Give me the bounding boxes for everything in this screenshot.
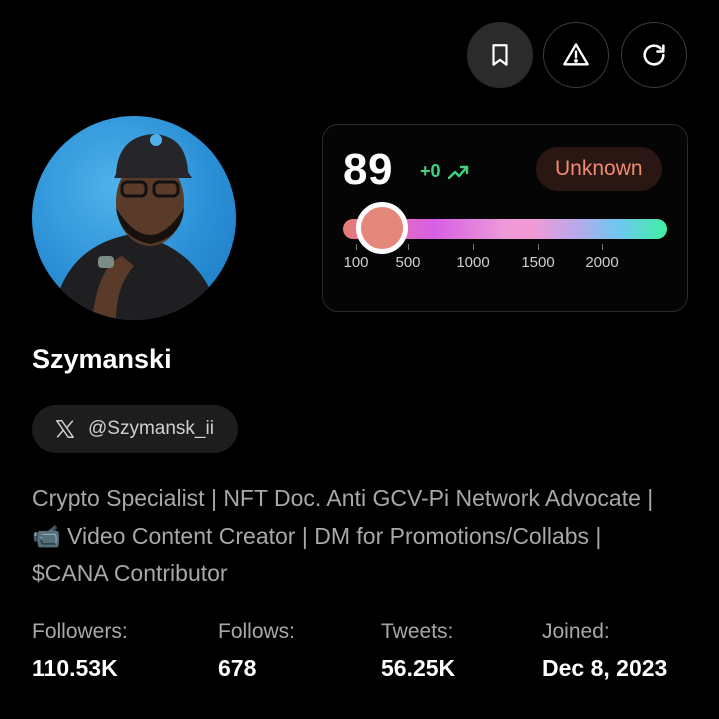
x-logo-icon [56,420,74,438]
stat-value: 56.25K [381,655,456,681]
score-knob [356,202,408,254]
stat-label: Follows: [218,620,296,643]
stat-value: 678 [218,655,257,681]
stat-joined: Joined: Dec 8, 2023 [542,620,667,682]
stat-label: Followers: [32,620,128,643]
score-value: 89 [343,145,393,194]
profile-name: Szymanski [32,344,172,374]
scale-tick-label: 100 [343,254,369,271]
stat-label: Tweets: [381,620,454,643]
stat-tweets: Tweets: 56.25K [381,620,455,682]
refresh-button[interactable] [621,22,687,88]
scale-tick-label: 1000 [456,254,490,271]
scale-tick-label: 500 [395,254,421,271]
bio-text: Crypto Specialist | NFT Doc. Anti GCV-Pi… [32,485,654,586]
stat-value: Dec 8, 2023 [542,655,668,681]
scale-tick [473,244,474,250]
score-delta-value: +0 [420,161,441,181]
score-delta: +0 [420,161,469,182]
bookmark-icon [492,44,508,66]
bookmark-button[interactable] [467,22,533,88]
stat-followers: Followers: 110.53K [32,620,128,682]
handle-text: @Szymansk_ii [88,418,214,439]
scale-tick [356,244,357,250]
avatar [32,116,236,320]
stat-value: 110.53K [32,655,118,681]
report-button[interactable] [543,22,609,88]
scale-tick [602,244,603,250]
status-badge: Unknown [536,147,662,191]
score-card: 89 +0 Unknown 100 500 1000 1500 2000 [322,124,688,312]
warning-triangle-icon [563,43,589,66]
scale-tick-label: 1500 [521,254,555,271]
scale-tick [538,244,539,250]
scale-tick [408,244,409,250]
scale-tick-label: 2000 [585,254,619,271]
refresh-icon [643,44,665,66]
trend-up-icon [447,165,468,179]
stat-label: Joined: [542,620,610,643]
handle-link[interactable]: @Szymansk_ii [32,405,238,453]
stat-follows: Follows: 678 [218,620,295,682]
